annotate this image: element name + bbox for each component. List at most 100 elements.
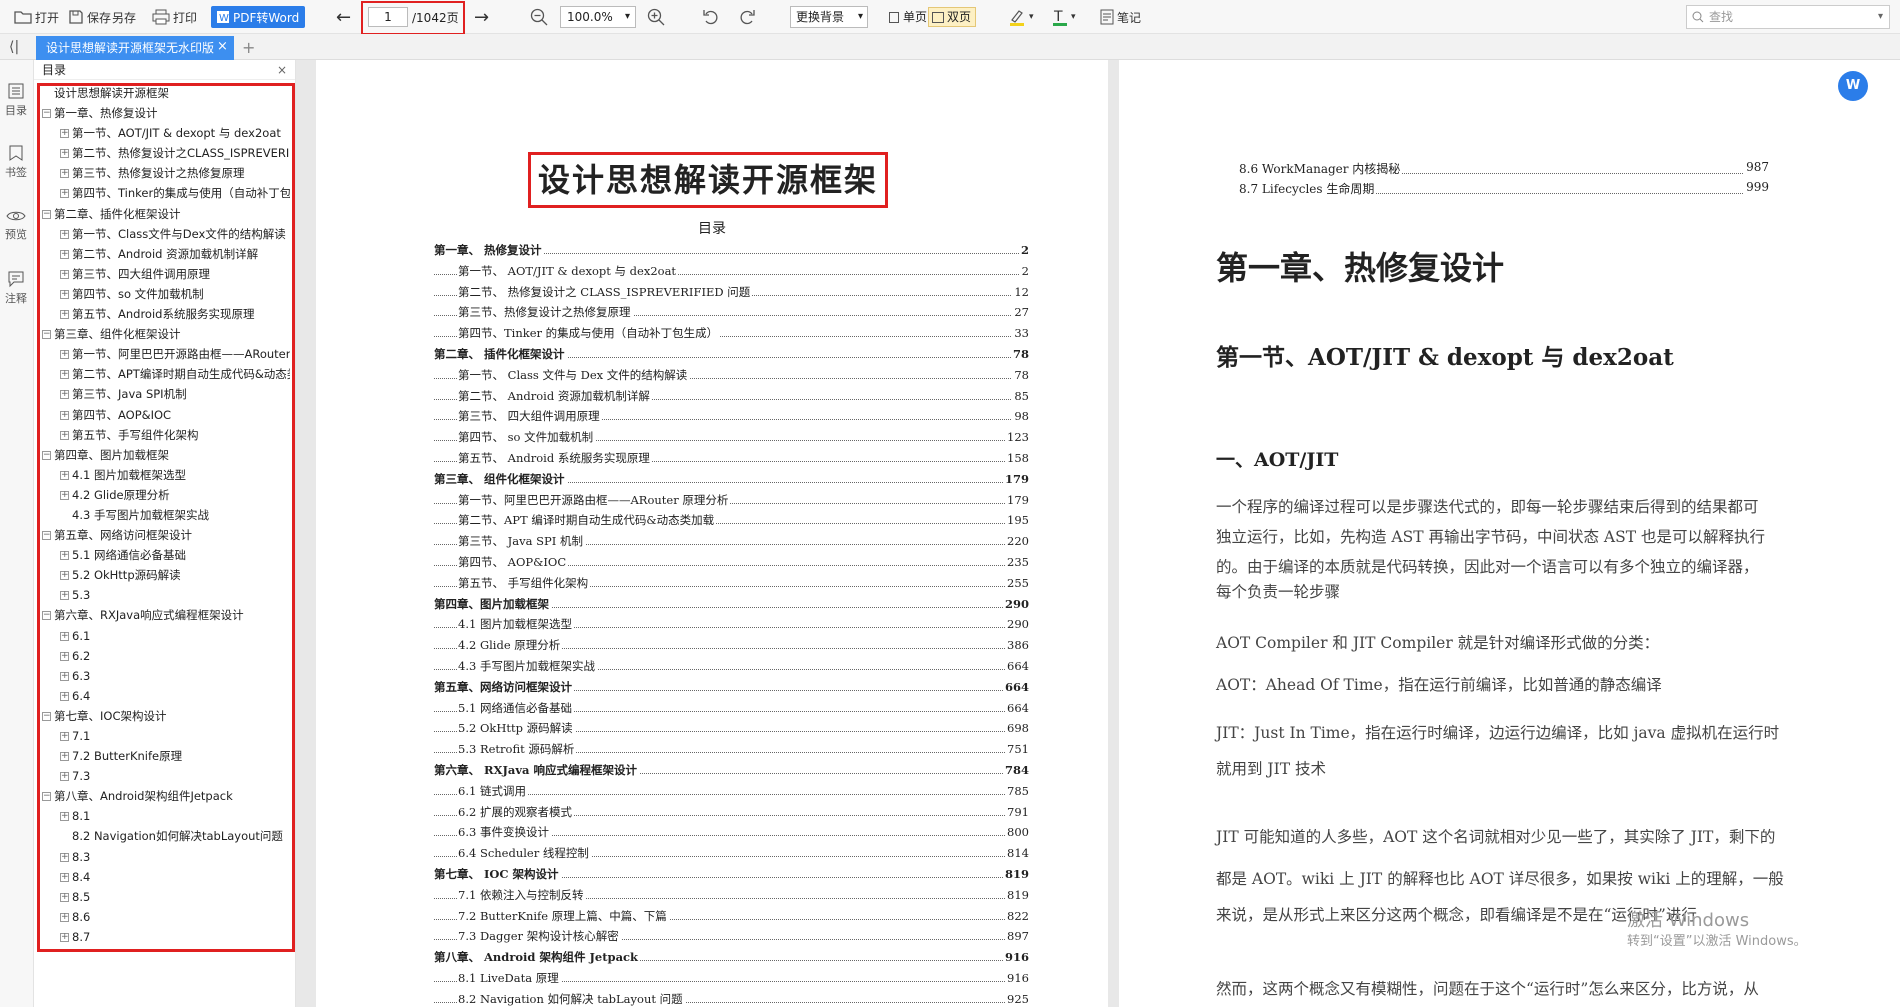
double-page-button[interactable]: 双页: [928, 7, 977, 27]
expand-icon[interactable]: +: [60, 732, 69, 741]
next-page-button[interactable]: →: [474, 6, 489, 28]
prev-page-button[interactable]: ←: [336, 6, 351, 28]
outline-item[interactable]: +8.3: [40, 847, 290, 867]
toc-entry[interactable]: 8.2 Navigation 如何解决 tabLayout 问题 925: [434, 988, 1029, 1007]
outline-item[interactable]: + 第一节、AOT/JIT & dexopt 与 dex2oat: [40, 123, 290, 143]
rail-outline-button[interactable]: 目录: [0, 82, 32, 118]
document-tab[interactable]: 设计思想解读开源框架无水印版: [36, 36, 234, 60]
outline-item[interactable]: − 第二章、插件化框架设计: [40, 204, 290, 224]
expand-icon[interactable]: +: [60, 772, 69, 782]
outline-item[interactable]: +6.4: [40, 686, 290, 706]
outline-item[interactable]: +6.3: [40, 666, 290, 686]
expand-icon[interactable]: +: [60, 350, 69, 360]
close-tab-icon[interactable]: ×: [217, 40, 228, 53]
toc-entry[interactable]: 7.3 Dagger 架构设计核心解密 897: [434, 926, 1029, 948]
toc-entry[interactable]: 4.2 Glide 原理分析 386: [434, 635, 1029, 656]
outline-item[interactable]: + 第一节、Class文件与Dex文件的结构解读: [40, 224, 290, 244]
expand-icon[interactable]: +: [60, 651, 69, 661]
toc-entry[interactable]: 第四节、 AOP&IOC 235: [434, 551, 1029, 573]
collapse-sidebar-icon[interactable]: ⟨|: [9, 39, 19, 55]
close-icon[interactable]: ×: [277, 60, 287, 80]
outline-item[interactable]: +7.3: [40, 766, 290, 786]
expand-icon[interactable]: +: [60, 249, 69, 259]
toc-entry[interactable]: 第四节、 so 文件加载机制 123: [434, 427, 1029, 448]
toc-chapter[interactable]: 第四章、图片加载框架 290: [434, 593, 1029, 615]
expand-icon[interactable]: +: [60, 551, 69, 561]
toc-entry[interactable]: 第五节、 手写组件化架构 255: [434, 572, 1029, 594]
rail-preview-button[interactable]: 预览: [0, 208, 32, 242]
collapse-icon[interactable]: −: [42, 330, 51, 340]
expand-icon[interactable]: +: [60, 289, 69, 299]
expand-icon[interactable]: +: [60, 671, 69, 681]
outline-item[interactable]: +8.4: [40, 867, 290, 887]
toc-chapter[interactable]: 第六章、 RXJava 响应式编程框架设计 784: [434, 759, 1029, 781]
toc-entry[interactable]: 第一节、 AOT/JIT & dexopt 与 dex2oat 2: [434, 260, 1029, 282]
toc-entry[interactable]: 第四节、Tinker 的集成与使用（自动补丁包生成） 33: [434, 323, 1029, 344]
toc-entry[interactable]: 7.2 ButterKnife 原理上篇、中篇、下篇 822: [434, 905, 1029, 927]
outline-item[interactable]: +8.5: [40, 887, 290, 907]
toc-entry[interactable]: 4.3 手写图片加载框架实战 664: [434, 655, 1029, 677]
toc-chapter[interactable]: 第二章、 插件化框架设计 78: [434, 343, 1029, 365]
outline-item[interactable]: + 第五节、手写组件化架构: [40, 425, 290, 445]
expand-icon[interactable]: +: [60, 430, 69, 440]
collapse-icon[interactable]: −: [42, 611, 51, 621]
outline-item[interactable]: + 第四节、so 文件加载机制: [40, 284, 290, 304]
outline-item[interactable]: +4.1 图片加载框架选型: [40, 465, 290, 485]
toc-entry[interactable]: 6.4 Scheduler 线程控制 814: [434, 843, 1029, 864]
outline-item[interactable]: − 第四章、图片加载框架: [40, 445, 290, 465]
expand-icon[interactable]: +: [60, 912, 69, 922]
zoom-out-button[interactable]: [530, 6, 548, 28]
expand-icon[interactable]: +: [60, 691, 69, 701]
toc-chapter[interactable]: 第七章、 IOC 架构设计 819: [434, 863, 1029, 885]
expand-icon[interactable]: +: [60, 571, 69, 581]
zoom-select[interactable]: 100.0% ▾: [560, 6, 636, 28]
word-convert-floating-button[interactable]: W: [1838, 71, 1868, 101]
outline-item[interactable]: − 第五章、网络访问框架设计: [40, 525, 290, 545]
expand-icon[interactable]: +: [60, 631, 69, 641]
expand-icon[interactable]: +: [60, 591, 69, 601]
toc-entry[interactable]: 8.1 LiveData 原理 916: [434, 967, 1029, 989]
expand-icon[interactable]: +: [60, 932, 69, 942]
collapse-icon[interactable]: −: [42, 109, 51, 119]
toc-chapter[interactable]: 第一章、 热修复设计 2: [434, 240, 1029, 261]
toc-entry[interactable]: 6.2 扩展的观察者模式 791: [434, 801, 1029, 823]
toc-chapter[interactable]: 第五章、网络访问框架设计 664: [434, 676, 1029, 698]
outline-item[interactable]: +5.1 网络通信必备基础: [40, 545, 290, 565]
outline-item[interactable]: + 第四节、AOP&IOC: [40, 405, 290, 425]
text-color-button[interactable]: T ▾: [1052, 6, 1076, 28]
collapse-icon[interactable]: −: [42, 792, 51, 802]
outline-item[interactable]: +第二节、热修复设计之CLASS_ISPREVERIFIED问题: [40, 143, 290, 163]
toc-entry[interactable]: 5.3 Retrofit 源码解析 751: [434, 739, 1029, 760]
outline-item[interactable]: − 第八章、Android架构组件Jetpack: [40, 786, 290, 806]
highlight-button[interactable]: ▾: [1008, 6, 1034, 28]
outline-item[interactable]: + 第三节、四大组件调用原理: [40, 264, 290, 284]
toc-entry[interactable]: 第二节、 热修复设计之 CLASS_ISPREVERIFIED 问题 12: [434, 281, 1029, 303]
toc-entry[interactable]: 第一节、 Class 文件与 Dex 文件的结构解读 78: [434, 364, 1029, 386]
toc-entry[interactable]: 6.1 链式调用 785: [434, 780, 1029, 802]
outline-item[interactable]: +4.2 Glide原理分析: [40, 485, 290, 505]
collapse-icon[interactable]: −: [42, 209, 51, 219]
expand-icon[interactable]: +: [60, 310, 69, 320]
outline-item[interactable]: +7.2 ButterKnife原理: [40, 746, 290, 766]
expand-icon[interactable]: +: [60, 470, 69, 480]
rotate-right-button[interactable]: [738, 6, 756, 28]
search-input[interactable]: 查找 ▾: [1686, 5, 1890, 29]
outline-item[interactable]: + 第三节、Java SPI机制: [40, 384, 290, 404]
expand-icon[interactable]: +: [60, 490, 69, 500]
toc-entry[interactable]: 6.3 事件变换设计 800: [434, 822, 1029, 844]
outline-item[interactable]: +6.1: [40, 626, 290, 646]
outline-item[interactable]: + 第三节、热修复设计之热修复原理: [40, 163, 290, 183]
outline-item[interactable]: +8.6: [40, 907, 290, 927]
background-select[interactable]: 更换背景 ▾: [790, 6, 868, 28]
notes-button[interactable]: 笔记: [1100, 6, 1141, 28]
outline-item[interactable]: − 第六章、RXJava响应式编程框架设计: [40, 605, 290, 625]
outline-item[interactable]: +5.2 OkHttp源码解读: [40, 565, 290, 585]
outline-item[interactable]: +8.7: [40, 927, 290, 947]
collapse-icon[interactable]: −: [42, 531, 51, 541]
toc-entry[interactable]: 第五节、 Android 系统服务实现原理 158: [434, 447, 1029, 469]
toc-entry[interactable]: 4.1 图片加载框架选型 290: [434, 614, 1029, 636]
toc-entry[interactable]: 第三节、 四大组件调用原理 98: [434, 406, 1029, 428]
rotate-left-button[interactable]: [702, 6, 720, 28]
outline-item[interactable]: 8.2 Navigation如何解决tabLayout问题: [40, 826, 290, 846]
toc-entry[interactable]: 5.2 OkHttp 源码解读 698: [434, 718, 1029, 740]
